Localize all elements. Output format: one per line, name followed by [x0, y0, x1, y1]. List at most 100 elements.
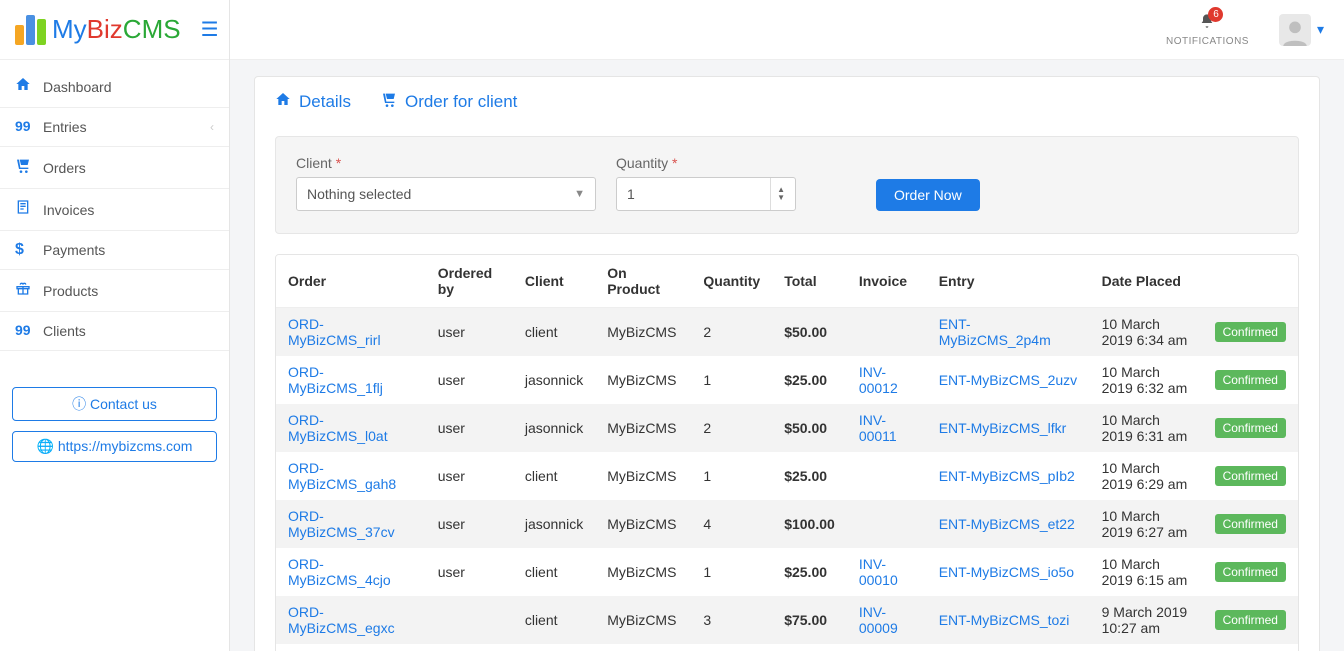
globe-icon: 🌐: [37, 438, 54, 454]
client-select-value: Nothing selected: [307, 186, 411, 202]
entry-link[interactable]: ENT-MyBizCMS_lfkr: [939, 420, 1067, 436]
cell-total: $100.00: [772, 500, 847, 548]
column-header[interactable]: Total: [772, 255, 847, 308]
topbar: 6 NOTIFICATIONS ▾: [230, 0, 1344, 60]
order-link[interactable]: ORD-MyBizCMS_egxc: [288, 604, 395, 636]
cell-by: [426, 596, 513, 644]
sidebar-item-label: Invoices: [43, 202, 214, 218]
column-header[interactable]: [1203, 255, 1298, 308]
cell-total: $75.00: [772, 596, 847, 644]
contact-us-label: Contact us: [90, 396, 157, 412]
cell-by: user: [426, 500, 513, 548]
spinner-icon[interactable]: ▲▼: [770, 178, 785, 210]
dollar-icon: $: [15, 241, 43, 259]
invoice-link[interactable]: INV-00012: [859, 364, 898, 396]
order-link[interactable]: ORD-MyBizCMS_37cv: [288, 508, 395, 540]
notifications-label: NOTIFICATIONS: [1166, 36, 1249, 47]
invoice-link[interactable]: INV-00009: [859, 604, 898, 636]
status-badge: Confirmed: [1215, 610, 1286, 630]
column-header[interactable]: Order: [276, 255, 426, 308]
order-link[interactable]: ORD-MyBizCMS_gah8: [288, 460, 396, 492]
home-icon: [15, 76, 43, 97]
notifications-button[interactable]: 6 NOTIFICATIONS: [1166, 13, 1249, 47]
sidebar-item-orders[interactable]: Orders: [0, 147, 229, 189]
entry-link[interactable]: ENT-MyBizCMS_io5o: [939, 564, 1074, 580]
cell-date: 10 March 2019 6:29 am: [1090, 452, 1203, 500]
logo-bars-icon: [15, 15, 46, 45]
table-row: ORD-MyBizCMS_b91wuserMyBizCMS1$25.00INV-…: [276, 644, 1298, 651]
question-circle-icon: ⓘ: [72, 396, 86, 412]
sidebar-item-label: Clients: [43, 323, 214, 339]
cell-qty: 2: [691, 404, 772, 452]
client-select[interactable]: Nothing selected ▼: [296, 177, 596, 211]
cell-qty: 1: [691, 644, 772, 651]
table-row: ORD-MyBizCMS_4cjouserclientMyBizCMS1$25.…: [276, 548, 1298, 596]
table-row: ORD-MyBizCMS_rirluserclientMyBizCMS2$50.…: [276, 308, 1298, 357]
column-header[interactable]: On Product: [595, 255, 691, 308]
entry-link[interactable]: ENT-MyBizCMS_tozi: [939, 612, 1070, 628]
order-link[interactable]: ORD-MyBizCMS_l0at: [288, 412, 388, 444]
cell-product: MyBizCMS: [595, 356, 691, 404]
site-url-link[interactable]: 🌐 https://mybizcms.com: [12, 431, 217, 462]
invoice-link[interactable]: INV-00011: [859, 412, 897, 444]
sidebar-item-clients[interactable]: 99Clients: [0, 312, 229, 351]
sidebar-item-dashboard[interactable]: Dashboard: [0, 66, 229, 108]
contact-us-link[interactable]: ⓘ Contact us: [12, 387, 217, 421]
cell-by: user: [426, 548, 513, 596]
quantity-value: 1: [627, 186, 635, 202]
cell-product: MyBizCMS: [595, 644, 691, 651]
invoice-link[interactable]: INV-00010: [859, 556, 898, 588]
cell-by: user: [426, 644, 513, 651]
cart-icon: [15, 157, 43, 178]
cell-date: 10 March 2019 6:15 am: [1090, 548, 1203, 596]
sidebar-item-payments[interactable]: $Payments: [0, 231, 229, 270]
column-header[interactable]: Date Placed: [1090, 255, 1203, 308]
entry-link[interactable]: ENT-MyBizCMS_2p4m: [939, 316, 1051, 348]
order-now-button[interactable]: Order Now: [876, 179, 980, 211]
sidebar-item-invoices[interactable]: Invoices: [0, 189, 229, 231]
entry-link[interactable]: ENT-MyBizCMS_et22: [939, 516, 1075, 532]
status-badge: Confirmed: [1215, 562, 1286, 582]
sidebar-item-products[interactable]: Products: [0, 270, 229, 312]
client-label: Client *: [296, 155, 596, 171]
entry-link[interactable]: ENT-MyBizCMS_pIb2: [939, 468, 1075, 484]
quantity-label: Quantity *: [616, 155, 796, 171]
column-header[interactable]: Client: [513, 255, 595, 308]
cell-by: user: [426, 356, 513, 404]
order-link[interactable]: ORD-MyBizCMS_1flj: [288, 364, 383, 396]
order-link[interactable]: ORD-MyBizCMS_rirl: [288, 316, 381, 348]
cell-qty: 1: [691, 548, 772, 596]
column-header[interactable]: Ordered by: [426, 255, 513, 308]
cell-product: MyBizCMS: [595, 500, 691, 548]
cell-qty: 1: [691, 452, 772, 500]
num99-icon: 99: [15, 322, 43, 340]
app-logo[interactable]: MyBizCMS: [15, 14, 181, 45]
cell-product: MyBizCMS: [595, 548, 691, 596]
column-header[interactable]: Quantity: [691, 255, 772, 308]
cell-product: MyBizCMS: [595, 308, 691, 357]
avatar: [1279, 14, 1311, 46]
status-badge: Confirmed: [1215, 322, 1286, 342]
table-header-row: OrderOrdered byClientOn ProductQuantityT…: [276, 255, 1298, 308]
quantity-stepper[interactable]: 1 ▲▼: [616, 177, 796, 211]
order-link[interactable]: ORD-MyBizCMS_4cjo: [288, 556, 391, 588]
status-badge: Confirmed: [1215, 418, 1286, 438]
home-icon: [275, 91, 291, 112]
menu-toggle-icon[interactable]: ☰: [201, 17, 219, 42]
entry-link[interactable]: ENT-MyBizCMS_2uzv: [939, 372, 1077, 388]
cell-total: $50.00: [772, 308, 847, 357]
user-menu[interactable]: ▾: [1279, 14, 1324, 46]
cell-client: client: [513, 596, 595, 644]
column-header[interactable]: Entry: [927, 255, 1090, 308]
sidebar-item-entries[interactable]: 99Entries‹: [0, 108, 229, 147]
sidebar-item-label: Payments: [43, 242, 214, 258]
logo-my: My: [52, 14, 87, 45]
table-row: ORD-MyBizCMS_gah8userclientMyBizCMS1$25.…: [276, 452, 1298, 500]
cell-qty: 4: [691, 500, 772, 548]
tab-order-label: Order for client: [405, 92, 517, 112]
site-url-label: https://mybizcms.com: [58, 438, 193, 454]
column-header[interactable]: Invoice: [847, 255, 927, 308]
tab-details[interactable]: Details: [275, 91, 351, 112]
cell-total: $25.00: [772, 548, 847, 596]
tab-order-for-client[interactable]: Order for client: [381, 91, 517, 112]
